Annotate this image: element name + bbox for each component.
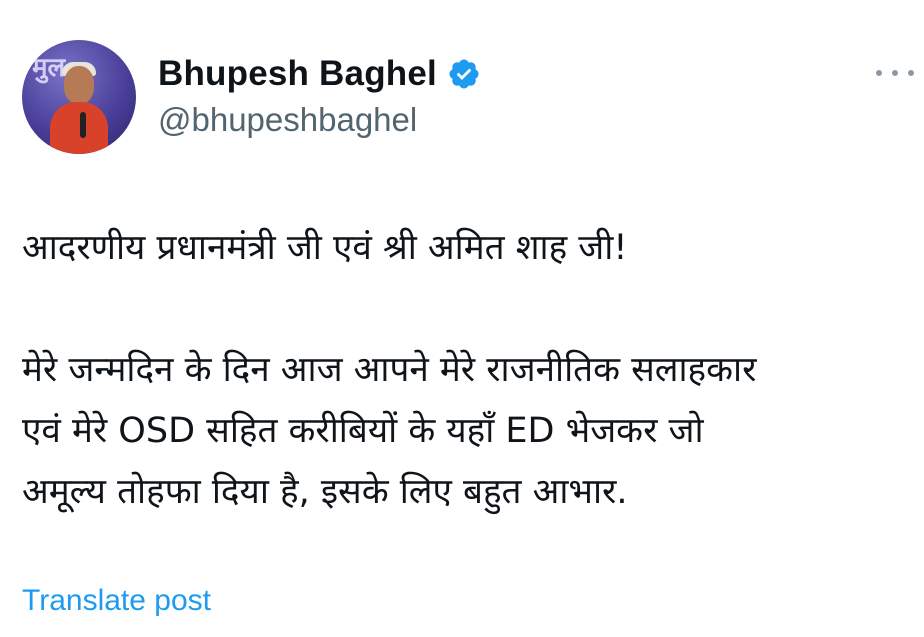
microphone-icon — [80, 112, 86, 138]
avatar-backdrop-text: मुल — [32, 53, 66, 83]
tweet-line: एवं मेरे OSD सहित करीबियों के यहाँ ED भे… — [22, 411, 704, 451]
avatar[interactable]: मुल — [22, 40, 136, 154]
tweet-line: आदरणीय प्रधानमंत्री जी एवं श्री अमित शाह… — [22, 228, 628, 268]
display-name[interactable]: Bhupesh Baghel — [158, 54, 437, 94]
author-name-row: Bhupesh Baghel — [158, 54, 481, 94]
tweet-line: मेरे जन्मदिन के दिन आज आपने मेरे राजनीति… — [22, 350, 757, 390]
user-handle[interactable]: @bhupeshbaghel — [158, 101, 417, 139]
tweet-text: आदरणीय प्रधानमंत्री जी एवं श्री अमित शाह… — [22, 218, 902, 523]
verified-badge-icon — [449, 59, 479, 89]
more-options-icon[interactable] — [876, 66, 914, 80]
tweet-line: अमूल्य तोहफा दिया है, इसके लिए बहुत आभार… — [22, 472, 628, 512]
translate-post-link[interactable]: Translate post — [22, 584, 211, 618]
